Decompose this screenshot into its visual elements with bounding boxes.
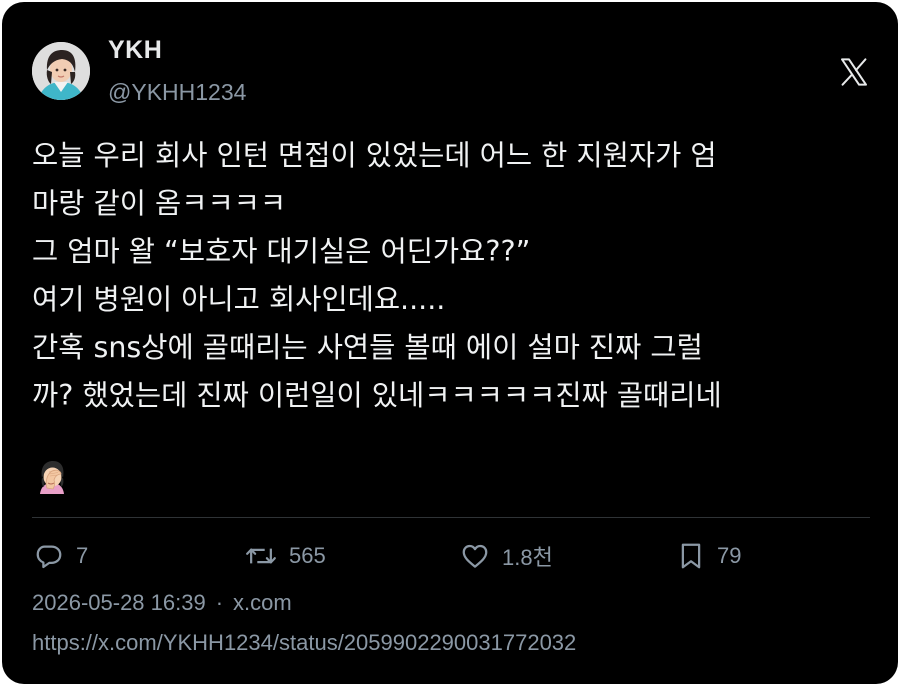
avatar-image [32, 42, 90, 100]
bookmark-icon [681, 543, 701, 569]
heart-icon [462, 544, 488, 568]
retweet-count: 565 [289, 543, 326, 568]
facepalm-emoji-icon [34, 458, 70, 494]
reply-button[interactable]: 7 [34, 539, 88, 573]
retweet-button[interactable]: 565 [245, 539, 326, 573]
tweet-meta: 2026-05-28 16:39 · x.com [32, 590, 292, 616]
tweet-card: YKH @YKHH1234 오늘 우리 회사 인턴 면접이 있었는데 어느 한 … [2, 2, 898, 684]
tweet-text-line: 그 엄마 왈 “보호자 대기실은 어딘가요??” [32, 235, 531, 268]
tweet-url[interactable]: https://x.com/YKHH1234/status/2059902290… [32, 630, 576, 656]
source-link[interactable]: x.com [233, 590, 292, 615]
divider [32, 517, 870, 518]
tweet-text-line: 여기 병원이 아니고 회사인데요..... [32, 283, 446, 316]
tweet-text-line: 오늘 우리 회사 인턴 면접이 있었는데 어느 한 지원자가 엄 [32, 139, 717, 172]
tweet-text: 오늘 우리 회사 인턴 면접이 있었는데 어느 한 지원자가 엄 마랑 같이 옴… [32, 132, 880, 420]
display-name[interactable]: YKH [108, 36, 162, 65]
tweet-text-line: 마랑 같이 옴ㅋㅋㅋㅋ [32, 187, 287, 220]
like-button[interactable]: 1.8천 [460, 539, 553, 573]
reply-count: 7 [76, 543, 89, 568]
tweet-text-line: 간혹 sns상에 골때리는 사연들 볼때 에이 설마 진짜 그럴 [32, 331, 703, 364]
avatar[interactable] [32, 42, 90, 100]
retweet-icon [246, 548, 276, 564]
timestamp[interactable]: 2026-05-28 16:39 [32, 590, 206, 615]
like-count: 1.8천 [502, 545, 553, 570]
reply-icon [36, 545, 62, 569]
bookmark-button[interactable]: 79 [677, 539, 741, 573]
x-logo-icon[interactable] [838, 56, 870, 88]
tweet-text-line: 까? 했었는데 진짜 이런일이 있네ㅋㅋㅋㅋㅋ진짜 골때리네 [32, 379, 722, 412]
user-handle[interactable]: @YKHH1234 [108, 79, 246, 106]
bookmark-count: 79 [717, 543, 742, 568]
meta-separator: · [215, 590, 224, 615]
